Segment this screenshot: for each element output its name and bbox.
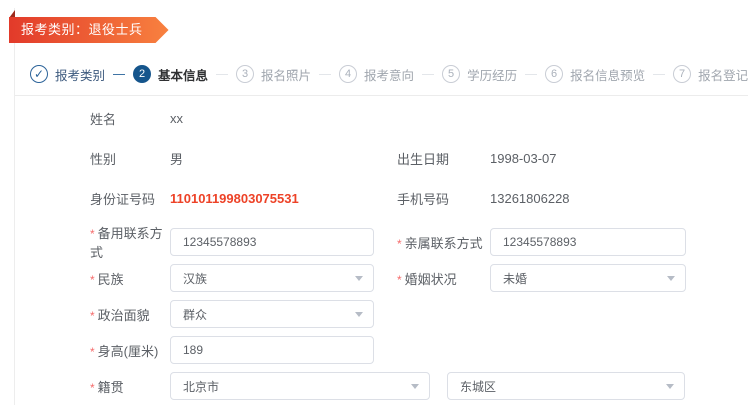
form-row-political: *政治面貌 群众	[90, 296, 748, 332]
backup-contact-label: *备用联系方式	[90, 223, 170, 261]
form-row-gender-birthdate: 性别 男 出生日期 1998-03-07	[90, 138, 748, 178]
step-2-label: 基本信息	[158, 65, 208, 84]
ribbon-fold	[9, 10, 15, 18]
step-connector	[319, 74, 331, 75]
name-value: xx	[170, 111, 183, 126]
basic-info-form: 姓名 xx 性别 男 出生日期 1998-03-07 身份证号码 1101011…	[90, 98, 748, 404]
step-connector	[216, 74, 228, 75]
panel-left-border	[14, 8, 15, 405]
step-5-education[interactable]: 5 学历经历	[442, 65, 517, 84]
backup-contact-input[interactable]	[170, 228, 374, 256]
gender-label: 性别	[90, 149, 170, 168]
chevron-down-icon	[667, 276, 675, 281]
step-connector	[653, 74, 665, 75]
relative-contact-label: *亲属联系方式	[397, 233, 490, 252]
registration-page: 报考类别：退役士兵 ✓ 报考类别 2 基本信息 3 报名照片 4 报考意向 5 …	[0, 0, 748, 405]
chevron-down-icon	[355, 276, 363, 281]
height-label: *身高(厘米)	[90, 341, 170, 360]
required-asterisk: *	[90, 227, 95, 241]
ethnicity-select-value: 汉族	[183, 270, 207, 287]
form-row-contacts: *备用联系方式 *亲属联系方式	[90, 224, 748, 260]
step-6-number: 6	[545, 65, 563, 83]
native-province-select-value: 北京市	[183, 378, 219, 395]
step-6-info-preview[interactable]: 6 报名信息预览	[545, 65, 645, 84]
id-number-label: 身份证号码	[90, 189, 170, 208]
chevron-down-icon	[355, 312, 363, 317]
chevron-down-icon	[666, 384, 674, 389]
marital-status-select-value: 未婚	[503, 270, 527, 287]
wizard-stepper: ✓ 报考类别 2 基本信息 3 报名照片 4 报考意向 5 学历经历 6 报名信…	[30, 62, 734, 86]
step-3-number: 3	[236, 65, 254, 83]
name-label: 姓名	[90, 109, 170, 128]
id-number-value: 110101199803075531	[170, 191, 299, 206]
step-4-label: 报考意向	[364, 65, 414, 84]
birth-date-value: 1998-03-07	[490, 151, 557, 166]
native-district-select-value: 东城区	[460, 378, 496, 395]
step-1-category[interactable]: ✓ 报考类别	[30, 65, 105, 84]
step-2-basic-info[interactable]: 2 基本信息	[133, 65, 208, 84]
form-row-id-mobile: 身份证号码 110101199803075531 手机号码 1326180622…	[90, 178, 748, 218]
step-connector	[113, 74, 125, 75]
height-input[interactable]	[170, 336, 374, 364]
step-7-label: 报名登记表预览	[698, 65, 748, 84]
required-asterisk: *	[90, 381, 95, 395]
political-status-select-value: 群众	[183, 306, 207, 323]
step-7-registration-preview[interactable]: 7 报名登记表预览	[673, 65, 748, 84]
required-asterisk: *	[90, 345, 95, 359]
political-status-label: *政治面貌	[90, 305, 170, 324]
step-3-photo[interactable]: 3 报名照片	[236, 65, 311, 84]
form-row-height: *身高(厘米)	[90, 332, 748, 368]
exam-category-banner: 报考类别：退役士兵	[9, 17, 169, 43]
chevron-down-icon	[411, 384, 419, 389]
native-place-label: *籍贯	[90, 377, 170, 396]
form-row-ethnicity-marital: *民族 汉族 *婚姻状况 未婚	[90, 260, 748, 296]
mobile-label: 手机号码	[397, 189, 490, 208]
gender-value: 男	[170, 149, 183, 168]
step-7-number: 7	[673, 65, 691, 83]
required-asterisk: *	[397, 273, 402, 287]
ethnicity-select[interactable]: 汉族	[170, 264, 374, 292]
step-4-intention[interactable]: 4 报考意向	[339, 65, 414, 84]
exam-category-banner-label: 报考类别：退役士兵	[21, 22, 143, 37]
step-5-label: 学历经历	[467, 65, 517, 84]
step-6-label: 报名信息预览	[570, 65, 645, 84]
ethnicity-label: *民族	[90, 269, 170, 288]
form-row-name: 姓名 xx	[90, 98, 748, 138]
step-check-icon: ✓	[30, 65, 48, 83]
birth-date-label: 出生日期	[397, 149, 490, 168]
required-asterisk: *	[397, 237, 402, 251]
step-5-number: 5	[442, 65, 460, 83]
step-1-label: 报考类别	[55, 65, 105, 84]
mobile-value: 13261806228	[490, 191, 570, 206]
step-4-number: 4	[339, 65, 357, 83]
stepper-divider	[15, 95, 748, 96]
step-connector	[525, 74, 537, 75]
relative-contact-input[interactable]	[490, 228, 686, 256]
marital-status-select[interactable]: 未婚	[490, 264, 686, 292]
step-2-number: 2	[133, 65, 151, 83]
required-asterisk: *	[90, 273, 95, 287]
native-district-select[interactable]: 东城区	[447, 372, 685, 400]
required-asterisk: *	[90, 309, 95, 323]
political-status-select[interactable]: 群众	[170, 300, 374, 328]
step-connector	[422, 74, 434, 75]
native-province-select[interactable]: 北京市	[170, 372, 430, 400]
marital-status-label: *婚姻状况	[397, 269, 490, 288]
step-3-label: 报名照片	[261, 65, 311, 84]
form-row-native-place: *籍贯 北京市 东城区	[90, 368, 748, 404]
